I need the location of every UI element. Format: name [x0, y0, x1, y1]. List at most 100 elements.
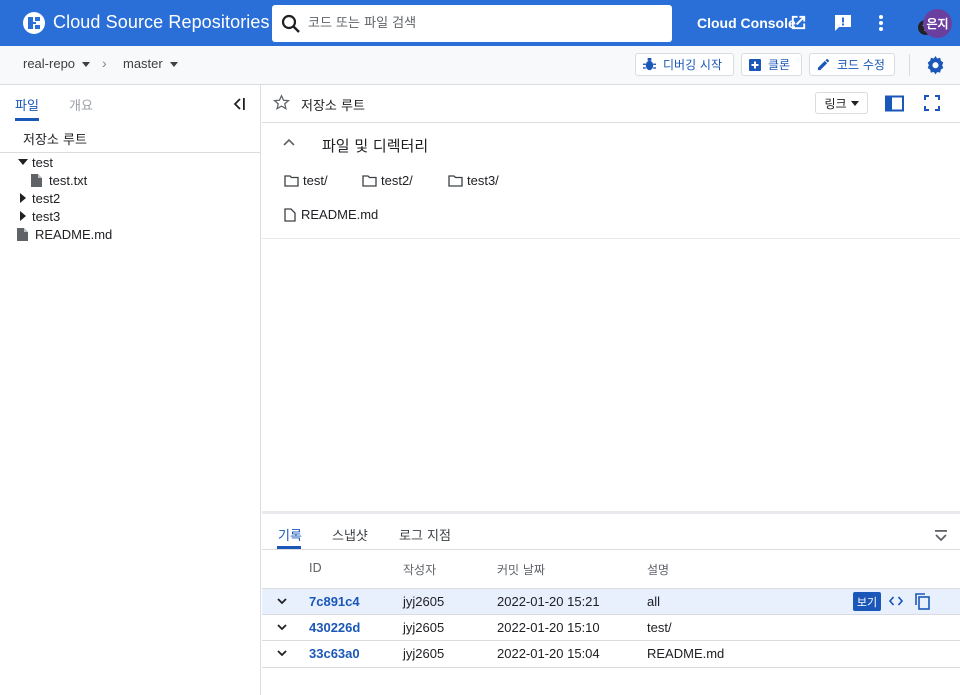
chevron-down-icon[interactable] [276, 647, 288, 659]
page-title: 저장소 루트 [301, 99, 365, 114]
cloud-console-link[interactable]: Cloud Console [697, 15, 796, 31]
file-link-readme[interactable]: README.md [284, 207, 378, 222]
chevron-down-icon[interactable] [276, 621, 288, 633]
copy-icon[interactable] [915, 593, 930, 610]
app-title[interactable]: Cloud Source Repositories [53, 12, 270, 33]
folder-link-test3[interactable]: test3/ [448, 173, 499, 188]
folder-icon [448, 174, 463, 187]
table-row[interactable]: 7c891c4 jyj2605 2022-01-20 15:21 all 보기 [262, 588, 960, 614]
collapsed-arrow-icon [20, 193, 26, 203]
files-heading: 파일 및 디렉터리 [322, 137, 429, 155]
tree-item-test[interactable]: test [18, 153, 53, 171]
breadcrumb-chevron-icon: › [102, 55, 107, 71]
start-debug-label: 디버깅 시작 [663, 58, 723, 72]
branch-name: master [123, 56, 163, 71]
divider [262, 549, 960, 550]
column-header-id: ID [309, 561, 322, 575]
code-icon[interactable] [889, 595, 903, 607]
commit-date: 2022-01-20 15:21 [497, 594, 600, 609]
divider [262, 667, 960, 668]
expand-arrow-icon [18, 159, 28, 165]
bug-icon [643, 58, 656, 71]
toolbar-divider [909, 54, 910, 76]
chevron-down-icon [850, 101, 859, 106]
tree-item-test-txt[interactable]: test.txt [31, 171, 87, 189]
clone-label: 클론 [768, 58, 791, 72]
tree-item-label: README.md [35, 226, 113, 242]
commit-description: README.md [647, 646, 725, 661]
link-dropdown[interactable]: 링크 [815, 92, 868, 114]
add-box-icon [749, 58, 761, 71]
column-header-date: 커밋 날짜 [497, 563, 545, 577]
commit-id-link[interactable]: 7c891c4 [309, 594, 360, 609]
edit-code-button[interactable]: 코드 수정 [809, 53, 895, 76]
tab-logpoints[interactable]: 로그 지점 [399, 525, 451, 544]
tree-item-test2[interactable]: test2 [20, 189, 60, 207]
repo-toolbar: real-repo › master 디버깅 시작 클론 코드 수정 [0, 46, 960, 85]
active-tab-indicator [15, 118, 39, 121]
file-icon [31, 173, 42, 187]
branch-selector[interactable]: master [123, 56, 178, 71]
pencil-icon [817, 58, 830, 71]
tab-history[interactable]: 기록 [278, 525, 302, 544]
chevron-down-icon[interactable] [276, 595, 288, 607]
folder-icon [284, 174, 299, 187]
commit-description: test/ [647, 620, 672, 635]
feedback-icon[interactable] [833, 13, 853, 33]
main-panel: 저장소 루트 링크 파일 및 디렉터리 test/ test2/ test3/ … [262, 85, 960, 695]
commit-date: 2022-01-20 15:10 [497, 620, 600, 635]
table-row[interactable]: 33c63a0 jyj2605 2022-01-20 15:04 README.… [262, 640, 960, 666]
commit-date: 2022-01-20 15:04 [497, 646, 600, 661]
fullscreen-icon[interactable] [924, 95, 940, 111]
gear-icon[interactable] [926, 56, 945, 75]
commit-author: jyj2605 [403, 620, 445, 635]
history-panel: 기록 스냅샷 로그 지점 ID 작성자 커밋 날짜 설명 7c891c4 jyj… [262, 511, 960, 695]
search-input[interactable] [308, 13, 628, 33]
folder-icon [362, 174, 377, 187]
view-panel-icon[interactable] [885, 95, 904, 112]
repo-selector[interactable]: real-repo [23, 56, 91, 71]
tree-item-readme[interactable]: README.md [17, 225, 112, 243]
commit-id-link[interactable]: 33c63a0 [309, 646, 360, 661]
avatar[interactable]: 은지 [923, 9, 952, 38]
tree-item-label: test3 [32, 208, 61, 224]
expand-panel-icon[interactable] [934, 529, 948, 543]
column-header-author: 작성자 [403, 563, 437, 577]
clone-button[interactable]: 클론 [741, 53, 802, 76]
collapse-sidebar-icon[interactable] [232, 97, 246, 111]
file-outline-icon [284, 207, 296, 222]
tab-snapshots[interactable]: 스냅샷 [332, 525, 368, 544]
commit-author: jyj2605 [403, 594, 445, 609]
files-and-directories-card: 파일 및 디렉터리 test/ test2/ test3/ README.md [262, 123, 960, 239]
table-row[interactable]: 430226d jyj2605 2022-01-20 15:10 test/ [262, 614, 960, 640]
repo-name: real-repo [23, 56, 76, 71]
link-label: 링크 [824, 96, 847, 111]
chevron-down-icon [169, 61, 178, 67]
repo-root-label[interactable]: 저장소 루트 [23, 129, 87, 148]
chevron-up-icon[interactable] [282, 135, 296, 149]
file-icon [17, 227, 28, 241]
collapsed-arrow-icon [20, 211, 26, 221]
search-icon [281, 14, 300, 33]
folder-label: test/ [303, 173, 328, 188]
folder-link-test2[interactable]: test2/ [362, 173, 413, 188]
chevron-down-icon [82, 61, 91, 67]
folder-label: test2/ [381, 173, 413, 188]
edit-code-label: 코드 수정 [837, 58, 885, 72]
start-debug-button[interactable]: 디버깅 시작 [635, 53, 734, 76]
folder-link-test[interactable]: test/ [284, 173, 328, 188]
view-button[interactable]: 보기 [853, 592, 881, 611]
main-header: 저장소 루트 링크 [262, 85, 960, 123]
tab-files[interactable]: 파일 [15, 95, 39, 114]
cloud-source-logo-icon[interactable] [23, 12, 45, 34]
open-in-new-icon[interactable] [789, 13, 808, 32]
more-vert-icon[interactable] [871, 13, 891, 33]
tree-item-test3[interactable]: test3 [20, 207, 60, 225]
search-bar[interactable]: ? [272, 5, 933, 42]
star-outline-icon[interactable] [273, 94, 290, 111]
tab-overview[interactable]: 개요 [69, 95, 93, 114]
commit-description: all [647, 594, 661, 609]
tree-item-label: test [32, 154, 53, 170]
file-sidebar: 파일 개요 저장소 루트 test test.txt test2 test3 R… [0, 85, 261, 695]
commit-id-link[interactable]: 430226d [309, 620, 360, 635]
